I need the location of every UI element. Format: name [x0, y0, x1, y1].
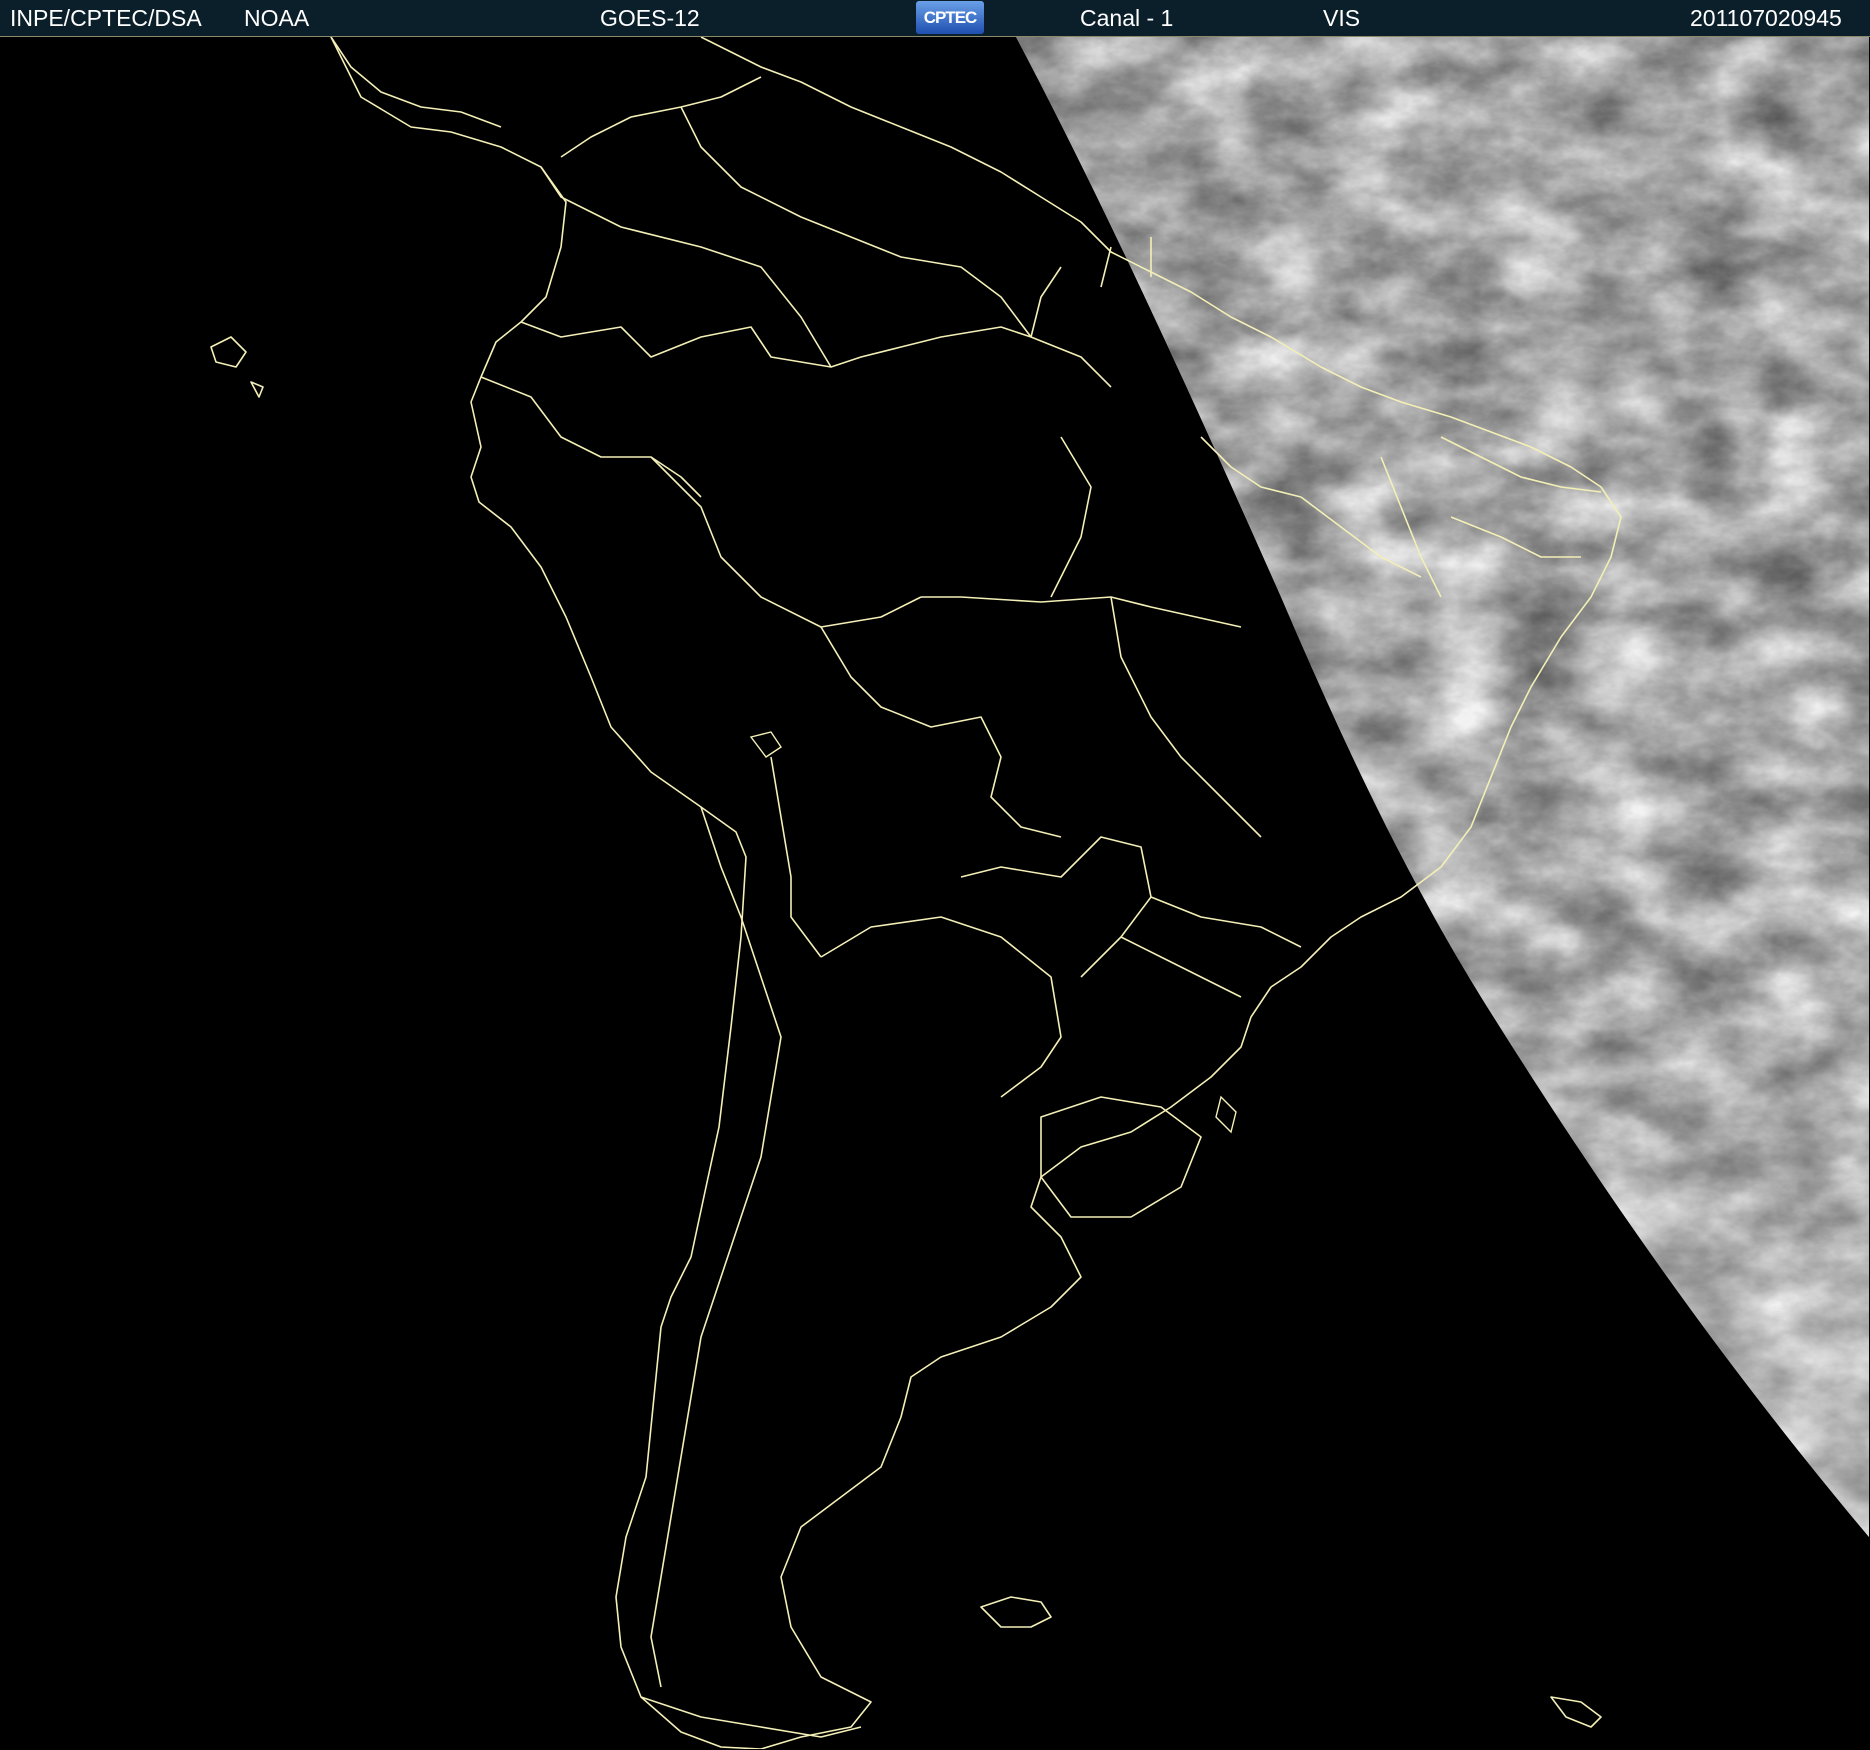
image-header-bar: INPE/CPTEC/DSA NOAA GOES-12 CPTEC Canal …	[0, 0, 1870, 37]
map-canvas	[1, 37, 1869, 1749]
cptec-logo: CPTEC	[916, 1, 984, 34]
band-label: VIS	[1323, 5, 1361, 31]
channel-label: Canal - 1	[1080, 5, 1174, 31]
agency-label: INPE/CPTEC/DSA	[10, 5, 202, 31]
provider-label: NOAA	[244, 5, 310, 31]
satellite-map	[1, 37, 1869, 1749]
timestamp-label: 201107020945	[1690, 5, 1842, 31]
satellite-label: GOES-12	[600, 5, 700, 31]
cptec-logo-text: CPTEC	[923, 7, 978, 27]
